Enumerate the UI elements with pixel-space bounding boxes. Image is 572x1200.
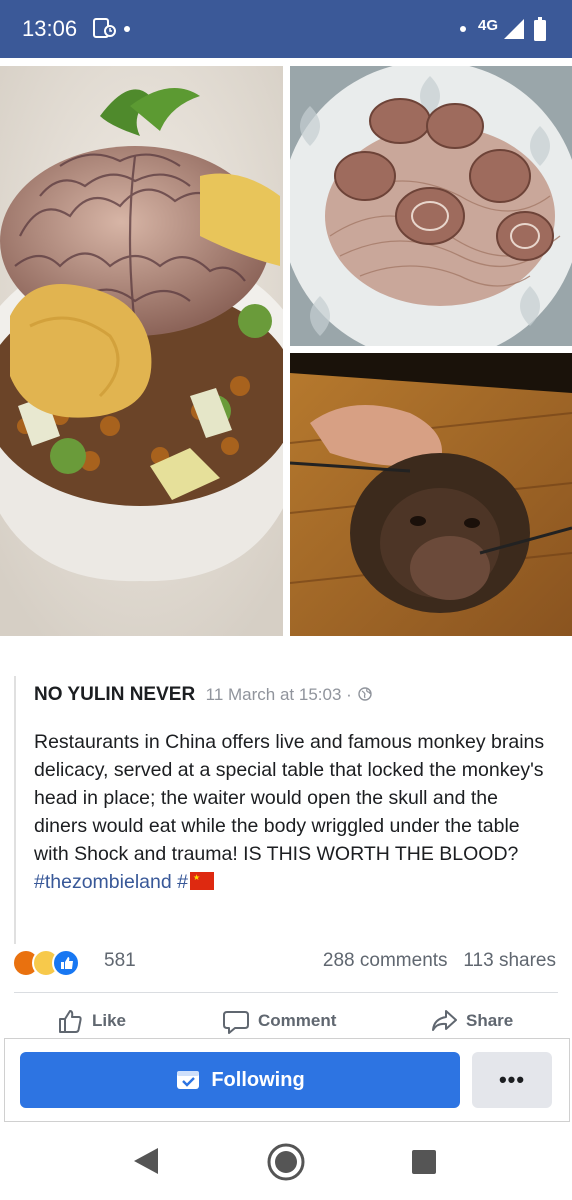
engagement-counts: 288 comments 113 shares (323, 950, 556, 972)
like-reaction-icon (52, 949, 80, 977)
share-label: Share (466, 1011, 514, 1030)
share-count[interactable]: 113 shares (463, 950, 556, 971)
post-photo-brain-dish[interactable] (0, 66, 283, 636)
comment-count[interactable]: 288 comments (323, 950, 448, 971)
like-label: Like (92, 1011, 127, 1030)
back-icon[interactable] (132, 1146, 160, 1176)
following-button[interactable]: Following (20, 1052, 460, 1108)
more-options-button[interactable]: ••• (472, 1052, 552, 1108)
notification-dot (124, 26, 130, 32)
screenshot-icon (93, 18, 116, 38)
following-label: Following (211, 1068, 305, 1091)
post-text: Restaurants in China offers live and fam… (34, 731, 545, 865)
notification-dot (460, 26, 466, 32)
more-icon: ••• (498, 1067, 526, 1092)
china-flag-emoji: ★ (189, 872, 214, 890)
post-timestamp[interactable]: 11 March at 15:03 · (206, 685, 352, 704)
globe-icon (358, 687, 372, 701)
recent-apps-icon[interactable] (412, 1150, 436, 1174)
hashtag-link[interactable]: #thezombieland (34, 871, 172, 893)
following-check-icon (177, 1071, 200, 1089)
author-name[interactable]: NO YULIN NEVER (34, 684, 195, 705)
thumbs-up-icon (59, 1010, 82, 1033)
post-photo-monkey[interactable] (290, 353, 572, 636)
comment-icon (223, 1011, 249, 1034)
share-arrow-icon (432, 1010, 457, 1031)
post-header: NO YULIN NEVER 11 March at 15:03 · (34, 684, 372, 706)
reaction-summary[interactable]: 581 288 comments 113 shares (12, 946, 560, 982)
post-photo-plated-dish[interactable] (290, 66, 572, 346)
battery-icon (534, 17, 546, 41)
status-time: 13:06 (22, 16, 78, 41)
signal-icon (504, 19, 524, 39)
reaction-count: 581 (104, 950, 136, 971)
network-type: 4G (478, 17, 499, 34)
comment-label: Comment (258, 1011, 337, 1030)
hashtag-link[interactable]: # (177, 871, 188, 893)
comment-button[interactable]: Comment (222, 1004, 336, 1038)
status-bar: 13:06 4G (0, 0, 572, 58)
post-body: Restaurants in China offers live and fam… (34, 728, 546, 896)
quote-rule (14, 676, 16, 944)
divider (14, 992, 558, 993)
system-navigation-bar (0, 1126, 572, 1200)
like-button[interactable]: Like (56, 1004, 126, 1038)
share-button[interactable]: Share (430, 1004, 513, 1038)
home-icon[interactable] (266, 1142, 306, 1182)
